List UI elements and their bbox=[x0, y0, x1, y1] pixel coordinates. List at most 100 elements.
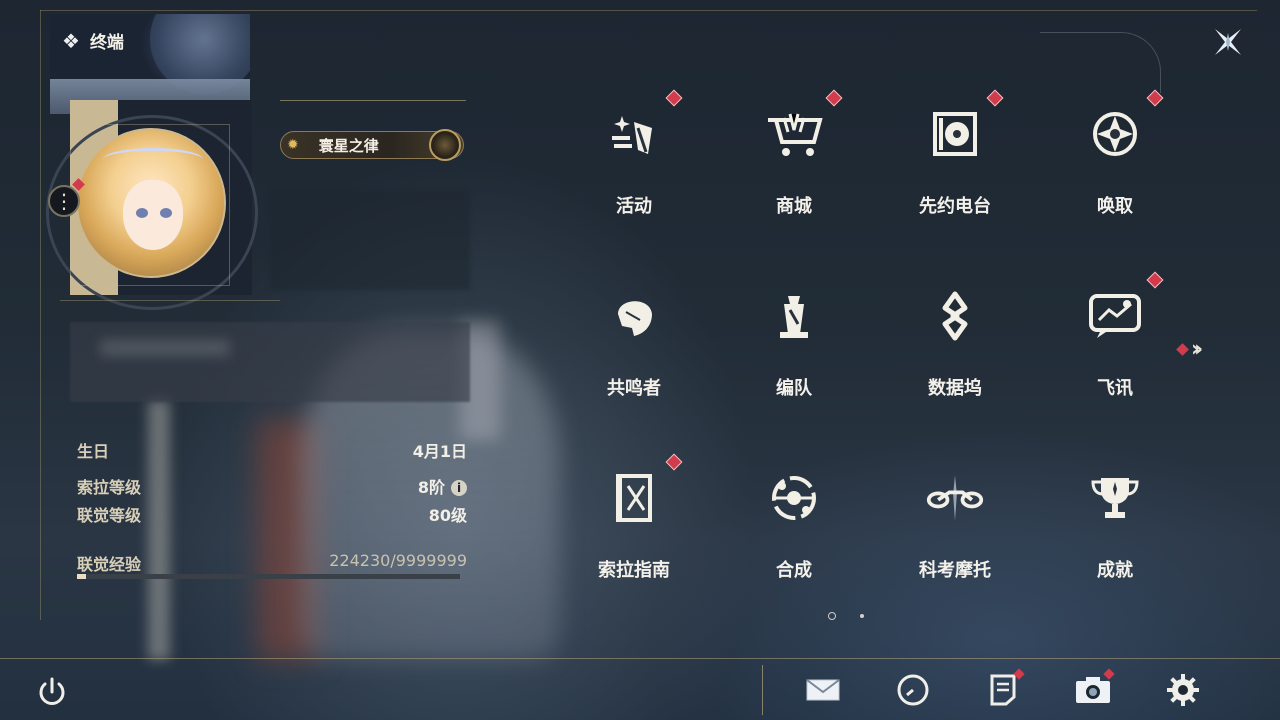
settings-button[interactable] bbox=[1163, 670, 1203, 710]
menu-item-radio[interactable]: 先约电台 bbox=[875, 89, 1035, 242]
avatar[interactable] bbox=[76, 128, 226, 278]
notification-dot bbox=[1146, 271, 1164, 289]
stat-union-exp: 联觉经验 224230/9999999 bbox=[77, 551, 467, 575]
summon-icon bbox=[1085, 104, 1145, 164]
menu-item-label: 唤取 bbox=[1097, 196, 1133, 217]
terminal-diamond-icon: ❖ bbox=[62, 28, 80, 53]
menu-item-label: 飞讯 bbox=[1097, 378, 1133, 399]
stat-value: 224230/9999999 bbox=[329, 551, 467, 570]
notification-dot bbox=[986, 89, 1004, 107]
radio-icon bbox=[925, 104, 985, 164]
blurred-name-area bbox=[270, 190, 470, 290]
menu-item-shop[interactable]: 商城 bbox=[714, 89, 874, 242]
more-vertical-icon: ⋮ bbox=[54, 189, 74, 213]
double-chevron-right-icon: ›› bbox=[1191, 337, 1203, 362]
bottom-bar-separator bbox=[762, 665, 763, 715]
notification-dot bbox=[665, 89, 683, 107]
clock-button[interactable] bbox=[893, 670, 933, 710]
menu-item-label: 商城 bbox=[776, 196, 812, 217]
stat-birthday: 生日 4月1日 bbox=[77, 438, 467, 462]
exp-progress-bar bbox=[77, 574, 460, 579]
title-badge[interactable]: ✹ 寰星之律 bbox=[280, 129, 464, 161]
shop-icon bbox=[764, 104, 824, 164]
terminal-header: ❖ 终端 bbox=[62, 28, 124, 54]
menu-item-data-bank[interactable]: 数据坞 bbox=[875, 274, 1035, 424]
synthesis-icon bbox=[764, 468, 824, 528]
page-dot-2[interactable] bbox=[860, 614, 864, 618]
close-icon bbox=[1215, 29, 1241, 55]
camera-icon bbox=[1076, 677, 1110, 703]
page-dot-1[interactable] bbox=[828, 612, 836, 620]
avatar-crown bbox=[103, 148, 203, 171]
notification-dot bbox=[1146, 89, 1164, 107]
menu-item-label: 先约电台 bbox=[919, 196, 991, 217]
bottom-bar-divider bbox=[0, 658, 1280, 659]
menu-item-label: 索拉指南 bbox=[598, 560, 670, 581]
page-indicator bbox=[828, 612, 864, 620]
stat-label: 联觉等级 bbox=[77, 506, 142, 525]
power-icon bbox=[39, 677, 65, 705]
mail-icon bbox=[806, 679, 840, 701]
avatar-face bbox=[123, 180, 183, 250]
stat-sol-rank: 索拉等级 8阶 i bbox=[77, 474, 467, 498]
menu-item-motorcycle[interactable]: 科考摩托 bbox=[875, 456, 1035, 606]
menu-item-guidebook[interactable]: 索拉指南 bbox=[554, 453, 714, 606]
avatar-eye-left bbox=[136, 208, 148, 218]
team-icon bbox=[764, 286, 824, 346]
menu-item-label: 成就 bbox=[1097, 560, 1133, 581]
title-divider bbox=[280, 100, 466, 101]
clock-icon bbox=[897, 674, 929, 706]
guidebook-icon bbox=[604, 468, 664, 528]
frame-left-line bbox=[40, 10, 41, 620]
stat-value: 8阶 bbox=[417, 478, 445, 497]
signature-divider bbox=[60, 300, 280, 301]
page-title: 终端 bbox=[89, 33, 124, 53]
motorcycle-icon bbox=[925, 468, 985, 528]
next-page-button[interactable]: ›› bbox=[1176, 337, 1203, 362]
notes-icon bbox=[990, 674, 1016, 706]
notification-dot bbox=[665, 453, 683, 471]
orb-icon bbox=[429, 129, 461, 161]
camera-button[interactable] bbox=[1073, 668, 1115, 710]
sun-icon: ✹ bbox=[287, 137, 299, 153]
close-button[interactable] bbox=[1208, 22, 1248, 62]
stat-label: 联觉经验 bbox=[77, 555, 142, 574]
trophy-icon bbox=[1085, 468, 1145, 528]
menu-item-label: 编队 bbox=[776, 378, 812, 399]
notes-button[interactable] bbox=[983, 668, 1025, 710]
resonator-icon bbox=[604, 286, 664, 346]
frame-top-line bbox=[40, 10, 1257, 11]
menu-item-resonator[interactable]: 共鸣者 bbox=[554, 274, 714, 424]
exp-progress-fill bbox=[77, 574, 86, 579]
menu-item-messages[interactable]: 飞讯 bbox=[1035, 271, 1195, 424]
menu-item-label: 合成 bbox=[776, 560, 812, 581]
activity-icon bbox=[604, 104, 664, 164]
menu-item-trophy[interactable]: 成就 bbox=[1035, 456, 1195, 606]
frame-corner-curve bbox=[1040, 32, 1161, 93]
blurred-signature-text bbox=[100, 340, 230, 356]
stat-value: 80级 bbox=[428, 506, 467, 525]
messages-icon bbox=[1085, 286, 1145, 346]
avatar-eye-right bbox=[160, 208, 172, 218]
menu-item-team[interactable]: 编队 bbox=[714, 274, 874, 424]
notification-dot bbox=[825, 89, 843, 107]
blurred-signature-area bbox=[70, 322, 470, 402]
stat-union-level: 联觉等级 80级 bbox=[77, 502, 467, 526]
menu-item-activity[interactable]: 活动 bbox=[554, 89, 714, 242]
stat-label: 生日 bbox=[77, 442, 110, 461]
next-page-notification-dot bbox=[1176, 343, 1189, 356]
menu-item-summon[interactable]: 唤取 bbox=[1035, 89, 1195, 242]
power-button[interactable] bbox=[32, 672, 72, 712]
menu-item-label: 科考摩托 bbox=[919, 560, 991, 581]
mail-button[interactable] bbox=[803, 670, 843, 710]
title-badge-label: 寰星之律 bbox=[318, 136, 379, 155]
menu-item-label: 共鸣者 bbox=[607, 378, 661, 399]
stat-value: 4月1日 bbox=[412, 442, 467, 461]
data-bank-icon bbox=[925, 286, 985, 346]
menu-item-label: 活动 bbox=[616, 196, 652, 217]
stat-label: 索拉等级 bbox=[77, 478, 142, 497]
avatar-options-button[interactable]: ⋮ bbox=[48, 185, 80, 217]
menu-item-label: 数据坞 bbox=[928, 378, 982, 399]
info-icon[interactable]: i bbox=[451, 480, 467, 496]
menu-item-synthesis[interactable]: 合成 bbox=[714, 456, 874, 606]
